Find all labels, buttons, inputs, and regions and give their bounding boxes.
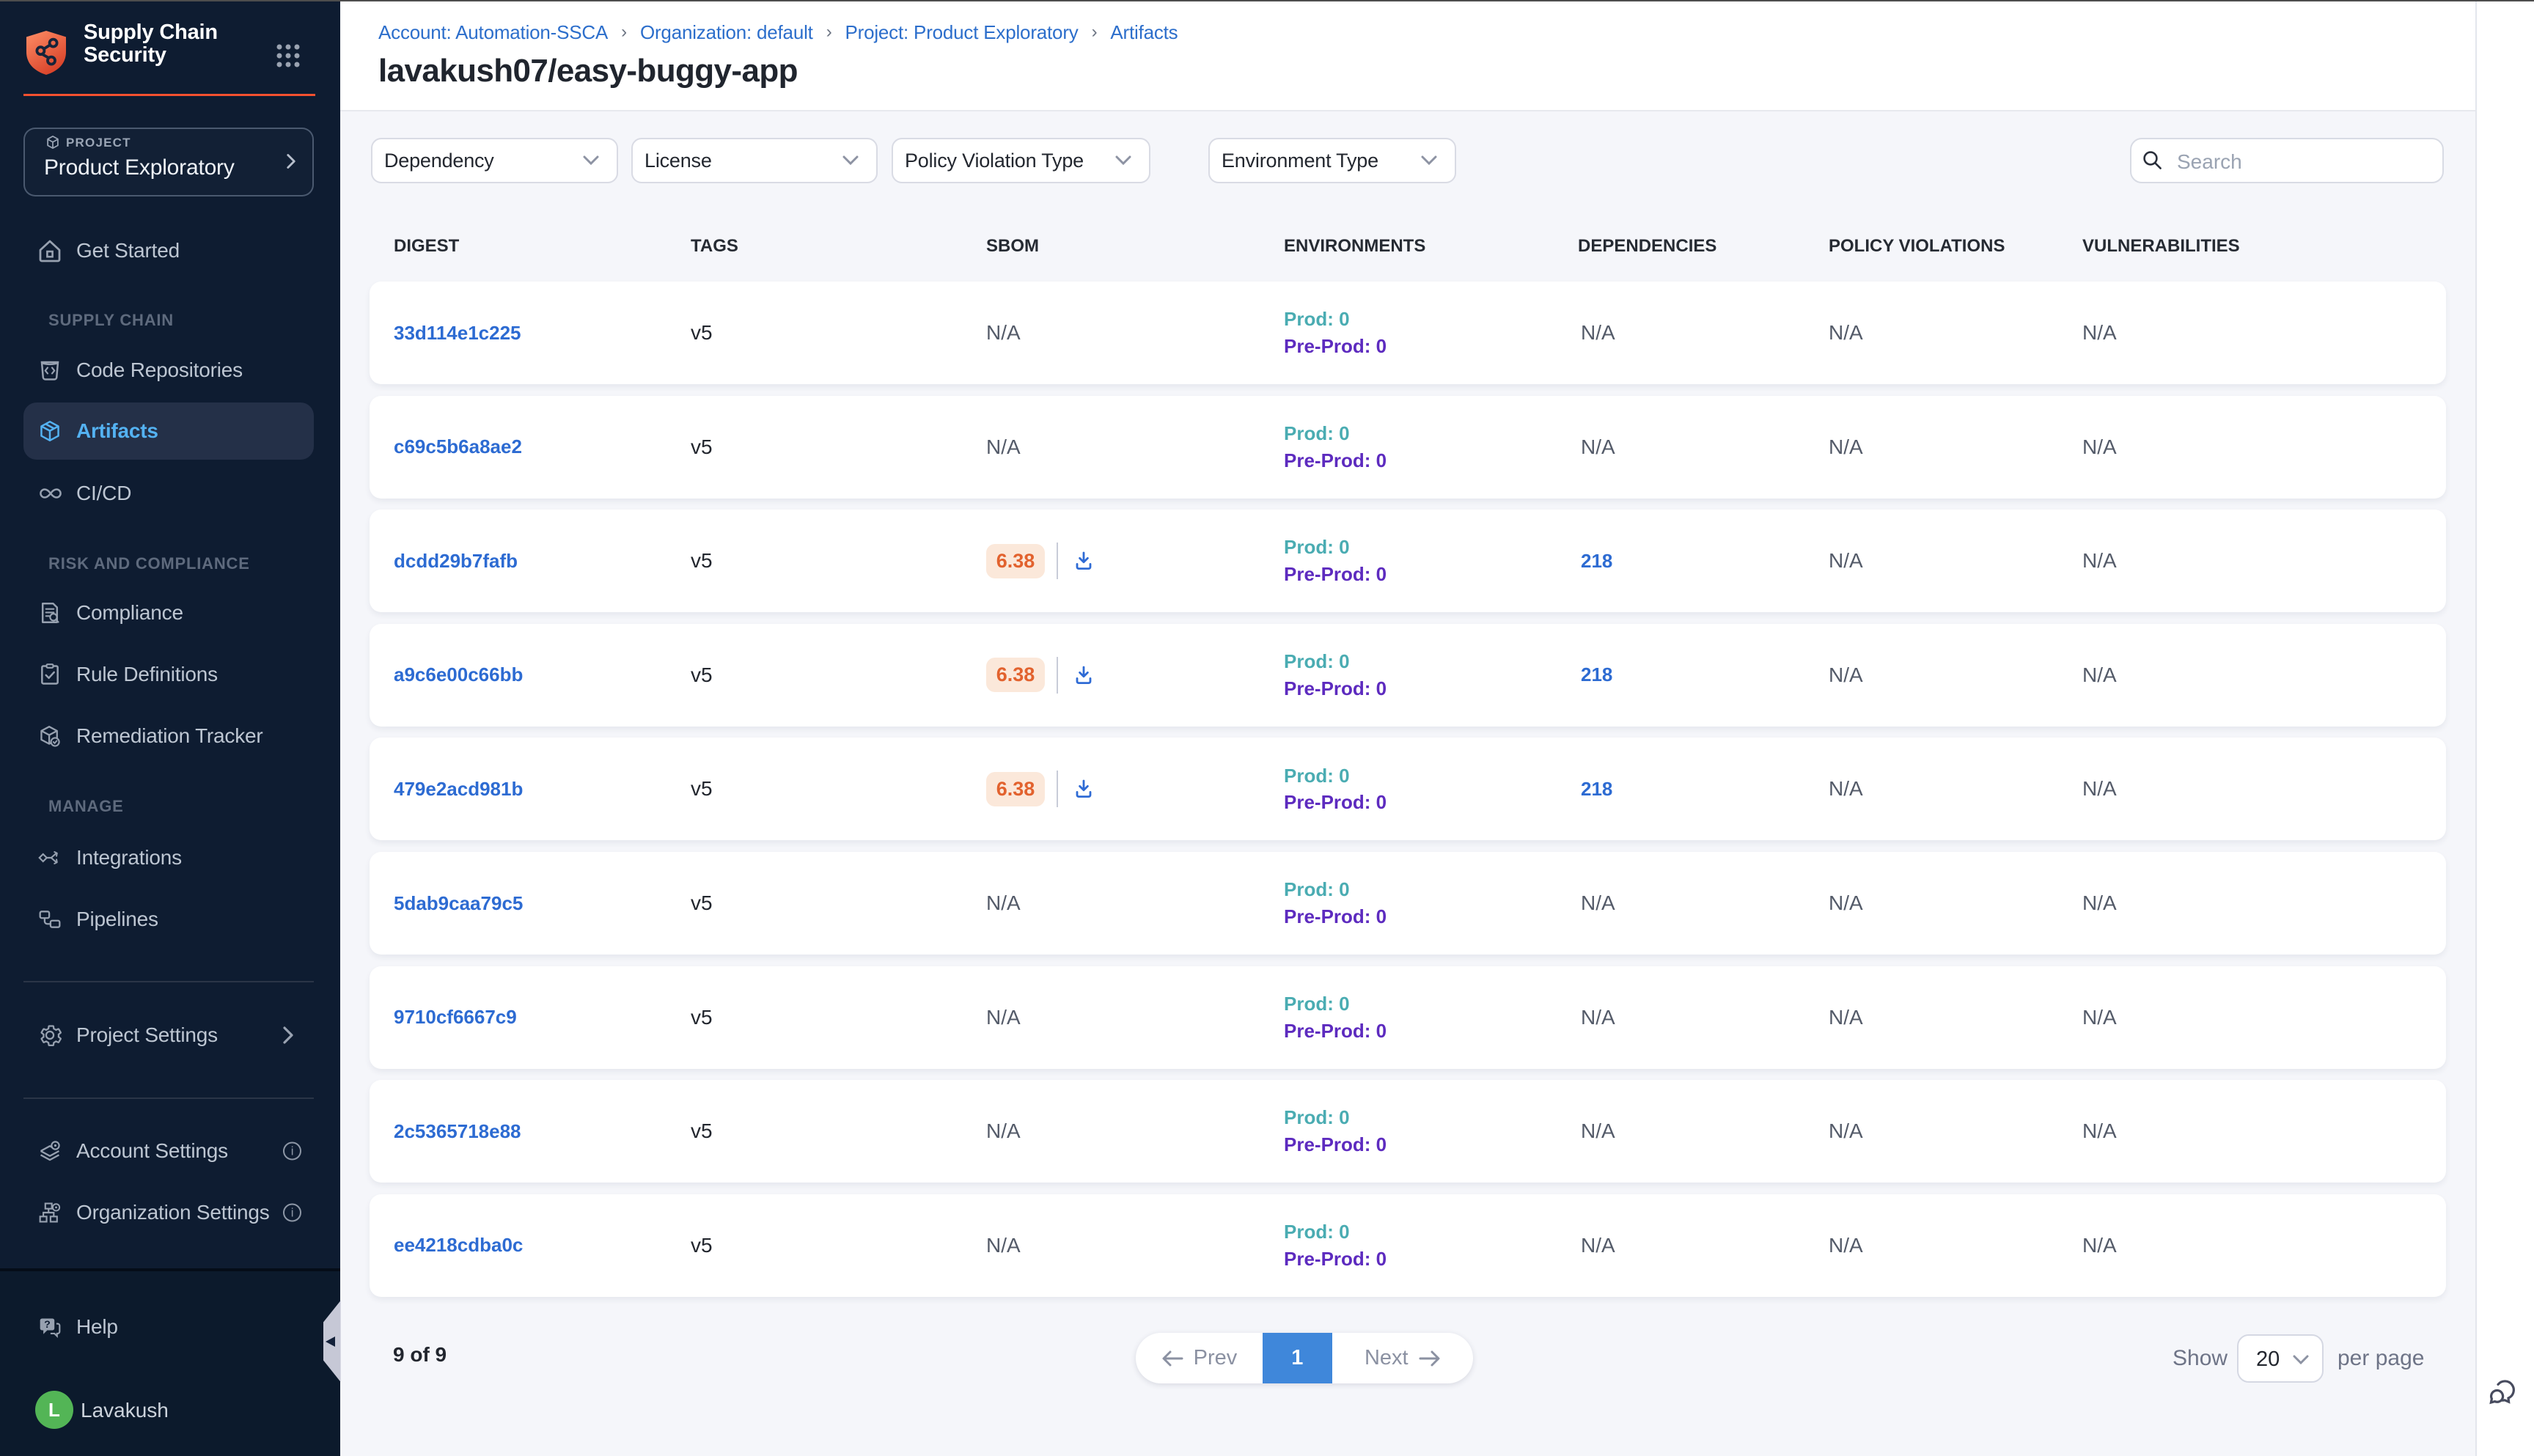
svg-text:?: ? — [44, 1319, 51, 1331]
